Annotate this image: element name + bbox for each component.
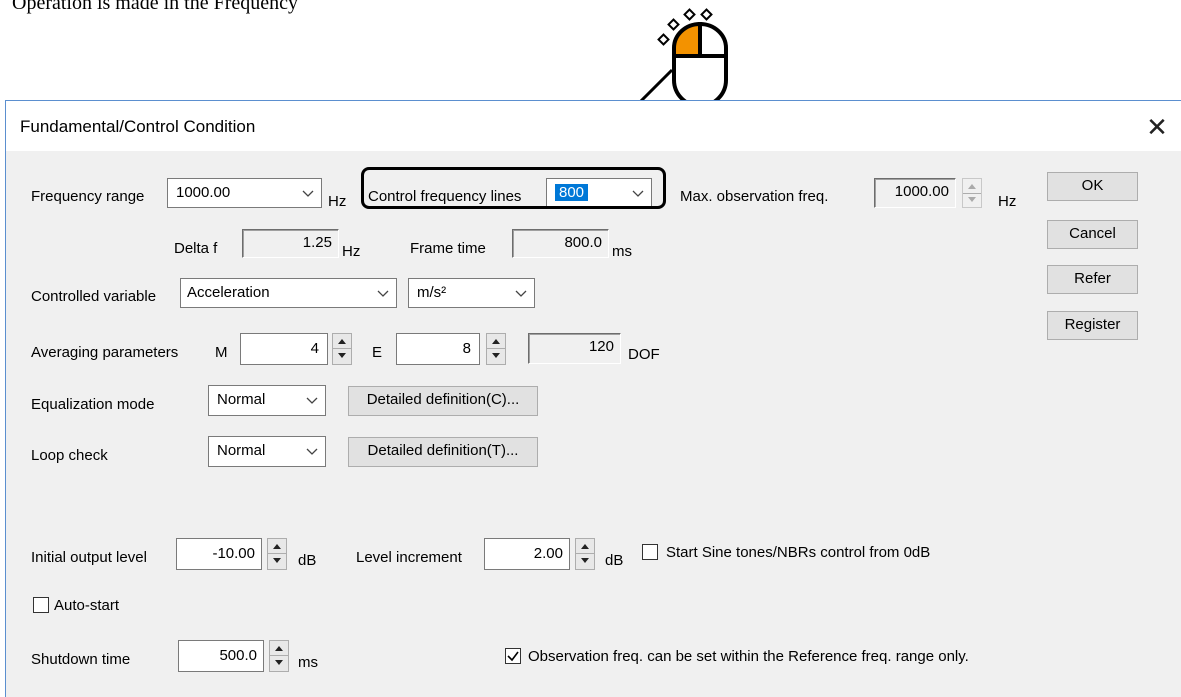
observation-range-only-checkbox[interactable] [505, 648, 521, 664]
spin-down-icon[interactable] [268, 554, 286, 568]
spin-down-icon[interactable] [487, 349, 505, 363]
start-sine-checkbox[interactable] [642, 544, 658, 560]
averaging-m-spinner[interactable] [332, 333, 352, 365]
controlled-variable-unit-select[interactable]: m/s² [408, 278, 535, 308]
averaging-e-label: E [372, 344, 383, 361]
spin-down-icon[interactable] [963, 193, 981, 207]
averaging-e-input[interactable]: 8 [396, 333, 480, 365]
equalization-mode-value: Normal [217, 391, 266, 408]
spin-up-icon[interactable] [963, 179, 981, 194]
equalization-detailed-definition-button[interactable]: Detailed definition(C)... [348, 386, 538, 416]
chevron-down-icon [515, 290, 527, 297]
shutdown-time-spinner[interactable] [269, 640, 289, 672]
ok-button[interactable]: OK [1047, 172, 1138, 201]
auto-start-label: Auto-start [54, 597, 120, 614]
max-observation-freq-spinner[interactable] [962, 178, 982, 208]
controlled-variable-value: Acceleration [187, 284, 270, 301]
spin-up-icon[interactable] [487, 334, 505, 349]
start-sine-label: Start Sine tones/NBRs control from 0dB [666, 544, 931, 561]
dialog-title: Fundamental/Control Condition [20, 117, 256, 136]
averaging-e-spinner[interactable] [486, 333, 506, 365]
initial-output-level-unit: dB [298, 552, 317, 569]
equalization-mode-label: Equalization mode [31, 396, 155, 413]
checkmark-icon [507, 651, 519, 662]
chevron-down-icon [302, 190, 314, 197]
chevron-down-icon [377, 290, 389, 297]
shutdown-time-input[interactable]: 500.0 [178, 640, 264, 672]
initial-output-level-input[interactable]: -10.00 [176, 538, 262, 570]
cancel-button[interactable]: Cancel [1047, 220, 1138, 249]
level-increment-input[interactable]: 2.00 [484, 538, 570, 570]
chevron-down-icon [306, 448, 318, 455]
spin-down-icon[interactable] [576, 554, 594, 568]
dof-field: 120 [528, 333, 621, 364]
averaging-m-input[interactable]: 4 [240, 333, 328, 365]
highlight-frame [361, 167, 666, 209]
delta-f-label: Delta f [174, 240, 218, 257]
frame-time-label: Frame time [410, 240, 486, 257]
max-observation-freq-label: Max. observation freq. [680, 188, 829, 205]
shutdown-time-unit: ms [298, 654, 318, 671]
title-bar: Fundamental/Control Condition ✕ [6, 101, 1181, 151]
loop-check-label: Loop check [31, 447, 108, 464]
document-text: Operation is made in the Frequency [12, 0, 299, 14]
max-observation-freq-unit: Hz [998, 193, 1017, 210]
averaging-parameters-label: Averaging parameters [31, 344, 179, 361]
controlled-variable-label: Controlled variable [31, 288, 157, 305]
observation-range-only-label: Observation freq. can be set within the … [528, 648, 969, 665]
spin-up-icon[interactable] [333, 334, 351, 349]
frequency-range-select[interactable]: 1000.00 [167, 178, 322, 208]
spin-down-icon[interactable] [333, 349, 351, 363]
initial-output-level-label: Initial output level [31, 549, 147, 566]
close-icon[interactable]: ✕ [1137, 107, 1177, 147]
shutdown-time-label: Shutdown time [31, 651, 131, 668]
frequency-range-value: 1000.00 [176, 184, 231, 201]
loop-check-detailed-definition-button[interactable]: Detailed definition(T)... [348, 437, 538, 467]
controlled-variable-select[interactable]: Acceleration [180, 278, 397, 308]
level-increment-label: Level increment [356, 549, 462, 566]
spin-up-icon[interactable] [270, 641, 288, 656]
chevron-down-icon [306, 397, 318, 404]
auto-start-checkbox[interactable] [33, 597, 49, 613]
dof-label: DOF [628, 346, 660, 363]
frequency-range-label: Frequency range [31, 188, 145, 205]
equalization-mode-select[interactable]: Normal [208, 385, 326, 416]
max-observation-freq-field[interactable]: 1000.00 [874, 178, 956, 208]
controlled-variable-unit-value: m/s² [417, 284, 447, 301]
spin-down-icon[interactable] [270, 656, 288, 670]
level-increment-unit: dB [605, 552, 624, 569]
spin-up-icon[interactable] [268, 539, 286, 554]
register-button[interactable]: Register [1047, 311, 1138, 340]
initial-output-level-spinner[interactable] [267, 538, 287, 570]
loop-check-value: Normal [217, 442, 266, 459]
loop-check-select[interactable]: Normal [208, 436, 326, 467]
spin-up-icon[interactable] [576, 539, 594, 554]
averaging-m-label: M [215, 344, 228, 361]
level-increment-spinner[interactable] [575, 538, 595, 570]
frequency-range-unit: Hz [328, 193, 347, 210]
delta-f-field: 1.25 [242, 229, 339, 258]
delta-f-unit: Hz [342, 243, 361, 260]
refer-button[interactable]: Refer [1047, 265, 1138, 294]
frame-time-field: 800.0 [512, 229, 609, 258]
frame-time-unit: ms [612, 243, 632, 260]
